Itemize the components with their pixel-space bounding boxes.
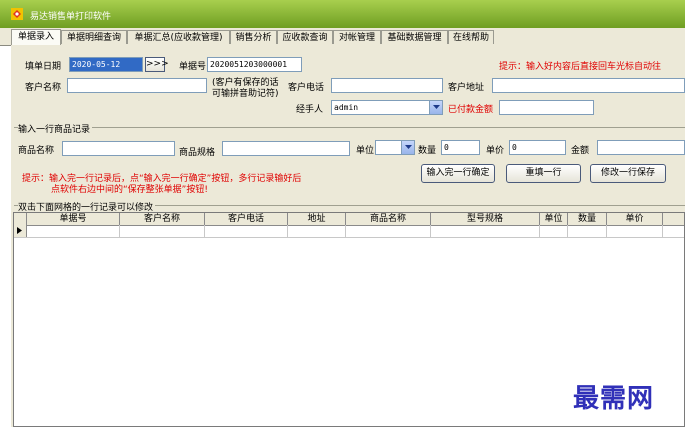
handler-label: 经手人 — [296, 105, 324, 115]
paid-amount-label: 已付款金额 — [448, 105, 494, 115]
customer-address-field[interactable] — [492, 78, 685, 93]
tab-reconciliation[interactable]: 对帐管理 — [333, 30, 381, 44]
confirm-row-button[interactable]: 输入完一行确定 — [421, 164, 495, 183]
row-pointer-icon — [17, 227, 22, 234]
paid-amount-field[interactable] — [499, 100, 594, 115]
tab-bill-detail-query[interactable]: 单据明细查询 — [61, 30, 127, 44]
title-bar: 易达销售单打印软件 — [0, 0, 685, 28]
col-address[interactable]: 地址 — [288, 213, 346, 225]
table-cell[interactable] — [346, 225, 431, 237]
customer-note-line2: 可输拼音助记符) — [212, 89, 279, 99]
table-cell[interactable] — [205, 225, 288, 237]
customer-phone-label: 客户电话 — [288, 83, 325, 93]
table-row[interactable] — [14, 225, 684, 238]
product-spec-field[interactable] — [222, 141, 350, 156]
table-cell[interactable] — [540, 225, 568, 237]
customer-address-label: 客户地址 — [448, 83, 485, 93]
chevron-down-icon[interactable] — [429, 101, 442, 114]
tab-base-data[interactable]: 基础数据管理 — [381, 30, 448, 44]
table-cell[interactable] — [568, 225, 607, 237]
table-cell[interactable] — [120, 225, 205, 237]
row-indicator — [14, 225, 27, 237]
bill-no-label: 单据号 — [179, 62, 207, 72]
col-customer-name[interactable]: 客户名称 — [120, 213, 205, 225]
quantity-field[interactable]: 0 — [441, 140, 480, 155]
table-cell[interactable] — [27, 225, 120, 237]
table-cell[interactable] — [607, 225, 663, 237]
date-picker-button[interactable]: >>> — [145, 57, 169, 72]
customer-phone-field[interactable] — [331, 78, 443, 93]
grid-corner — [14, 213, 27, 225]
tab-receivable-query[interactable]: 应收款查询 — [277, 30, 333, 44]
unit-label: 单位 — [356, 146, 375, 156]
customer-name-label: 客户名称 — [25, 83, 62, 93]
col-customer-phone[interactable]: 客户电话 — [205, 213, 288, 225]
col-product-name[interactable]: 商品名称 — [346, 213, 431, 225]
watermark-text: 最需网 — [573, 384, 655, 414]
product-name-label: 商品名称 — [18, 146, 55, 156]
tab-online-help[interactable]: 在线帮助 — [448, 30, 494, 44]
modify-row-save-button[interactable]: 修改一行保存 — [590, 164, 666, 183]
amount-label: 金额 — [571, 146, 590, 156]
tab-bar: 单据录入 单据明细查询 单据汇总(应收款管理) 销售分析 应收款查询 对帐管理 … — [0, 28, 685, 46]
price-field[interactable]: 0 — [509, 140, 566, 155]
price-label: 单价 — [486, 146, 505, 156]
col-bill-no[interactable]: 单据号 — [27, 213, 120, 225]
item-section-title: 输入一行商品记录 — [18, 122, 93, 135]
app-logo-icon — [11, 8, 23, 20]
chevron-down-icon[interactable] — [401, 141, 414, 154]
window-title: 易达销售单打印软件 — [30, 12, 112, 22]
date-field[interactable]: 2020-05-12 — [69, 57, 143, 72]
tab-bill-summary[interactable]: 单据汇总(应收款管理) — [127, 30, 230, 44]
tab-bill-entry[interactable]: 单据录入 — [11, 29, 61, 45]
col-price[interactable]: 单价 — [607, 213, 663, 225]
product-name-field[interactable] — [62, 141, 175, 156]
entry-hint: 提示：输入好内容后直接回车光标自动往 — [499, 62, 662, 72]
date-label: 填单日期 — [25, 62, 62, 72]
handler-value: admin — [334, 103, 359, 112]
table-cell[interactable] — [431, 225, 540, 237]
col-quantity[interactable]: 数量 — [568, 213, 607, 225]
tab-sales-analysis[interactable]: 销售分析 — [230, 30, 277, 44]
item-section-divider — [14, 127, 685, 128]
amount-field[interactable] — [597, 140, 685, 155]
customer-name-field[interactable] — [67, 78, 207, 93]
bill-no-field[interactable]: 2020051203000001 — [207, 57, 302, 72]
handler-select[interactable]: admin — [331, 100, 443, 115]
product-spec-label: 商品规格 — [179, 148, 216, 158]
refill-row-button[interactable]: 重填一行 — [506, 164, 581, 183]
unit-select[interactable] — [375, 140, 415, 155]
quantity-label: 数量 — [418, 146, 437, 156]
col-model-spec[interactable]: 型号规格 — [431, 213, 540, 225]
item-hint-line2: 点软件右边中间的“保存整张单据”按钮! — [51, 185, 208, 195]
table-cell[interactable] — [288, 225, 346, 237]
col-unit[interactable]: 单位 — [540, 213, 568, 225]
